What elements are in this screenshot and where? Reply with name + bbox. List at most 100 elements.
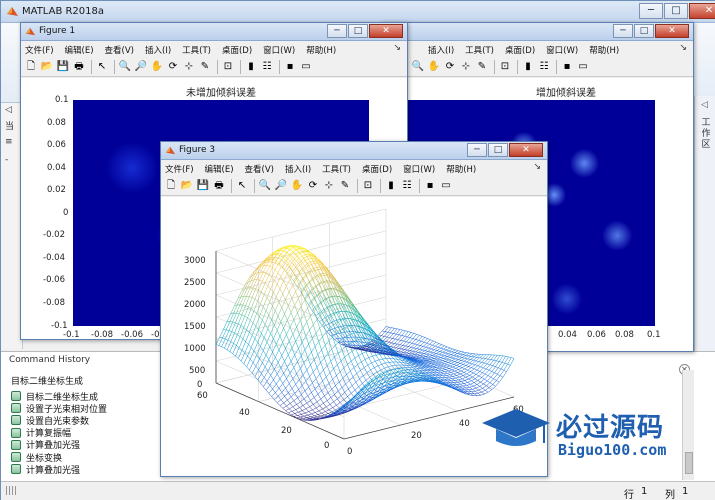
zoom-out-icon[interactable]: 🔎: [274, 179, 288, 193]
zoom-out-icon[interactable]: 🔎: [134, 60, 148, 74]
save-icon[interactable]: 💾: [196, 179, 210, 193]
menu-view[interactable]: 查看(V): [105, 44, 134, 56]
edit-plot-icon[interactable]: ↖: [95, 60, 109, 74]
command-history-item[interactable]: 坐标变换: [11, 451, 107, 464]
colorbar-icon[interactable]: ▮: [521, 60, 535, 74]
mesh-line: [431, 355, 436, 358]
command-history-tab[interactable]: Command History: [7, 353, 92, 369]
mesh-line: [248, 344, 252, 348]
command-history-item[interactable]: 设置自光束参数: [11, 414, 107, 427]
new-figure-icon[interactable]: 🗋: [24, 60, 38, 74]
menu-insert[interactable]: 插入(I): [428, 44, 454, 56]
menu-insert[interactable]: 插入(I): [285, 163, 311, 175]
figure2-maximize-button[interactable]: □: [634, 24, 654, 38]
hide-tools-icon[interactable]: ▪: [283, 60, 297, 74]
figure2-close-button[interactable]: ✕: [655, 24, 689, 38]
pan-icon[interactable]: ✋: [150, 60, 164, 74]
hide-tools-icon[interactable]: ▪: [423, 179, 437, 193]
scrollbar-thumb[interactable]: [685, 452, 693, 474]
rotate-icon[interactable]: ⟳: [166, 60, 180, 74]
main-minimize-button[interactable]: ─: [639, 3, 663, 19]
figure1-minimize-button[interactable]: ─: [327, 24, 347, 38]
workspace-collapse-icon[interactable]: ◁: [701, 100, 708, 110]
menu-file[interactable]: 文件(F): [25, 44, 54, 56]
brush-icon[interactable]: ✎: [198, 60, 212, 74]
legend-icon[interactable]: ☷: [260, 60, 274, 74]
colorbar-icon[interactable]: ▮: [384, 179, 398, 193]
command-history-item[interactable]: 计算复振幅: [11, 427, 107, 439]
menu-desktop[interactable]: 桌面(D): [222, 44, 252, 56]
menu-tools[interactable]: 工具(T): [322, 163, 351, 175]
menu-edit[interactable]: 编辑(E): [205, 163, 234, 175]
y-tick: -0.06: [43, 275, 65, 285]
collapse-arrow-icon[interactable]: ◁: [5, 105, 12, 115]
pan-icon[interactable]: ✋: [290, 179, 304, 193]
brush-icon[interactable]: ✎: [338, 179, 352, 193]
script-icon: [11, 427, 21, 438]
menu-desktop[interactable]: 桌面(D): [362, 163, 392, 175]
menu-help[interactable]: 帮助(H): [589, 44, 619, 56]
show-tools-icon[interactable]: ▭: [439, 179, 453, 193]
figure3-close-button[interactable]: ✕: [509, 143, 543, 157]
open-file-icon[interactable]: 📂: [40, 60, 54, 74]
command-history-item[interactable]: 计算叠加光强: [11, 439, 107, 451]
edit-plot-icon[interactable]: ↖: [235, 179, 249, 193]
legend-icon[interactable]: ☷: [537, 60, 551, 74]
dock-pin-icon[interactable]: ↘: [679, 43, 687, 53]
menu-window[interactable]: 窗口(W): [546, 44, 578, 56]
link-plot-icon[interactable]: ⊡: [498, 60, 512, 74]
command-history-item[interactable]: 目标二维坐标生成: [11, 390, 107, 403]
command-history-item[interactable]: 设置子光束相对位置: [11, 402, 107, 415]
print-icon[interactable]: 🖶: [212, 179, 226, 193]
colorbar-icon[interactable]: ▮: [244, 60, 258, 74]
zoom-out-icon[interactable]: 🔍: [411, 60, 425, 74]
link-plot-icon[interactable]: ⊡: [361, 179, 375, 193]
workspace-label[interactable]: 工作区: [700, 118, 712, 151]
menu-help[interactable]: 帮助(H): [446, 163, 476, 175]
data-cursor-icon[interactable]: ⊹: [459, 60, 473, 74]
figure1-close-button[interactable]: ✕: [369, 24, 403, 38]
main-maximize-button[interactable]: □: [664, 3, 688, 19]
zoom-in-icon[interactable]: 🔍: [258, 179, 272, 193]
menu-tools[interactable]: 工具(T): [465, 44, 494, 56]
figure2-minimize-button[interactable]: ─: [613, 24, 633, 38]
dock-pin-icon[interactable]: ↘: [533, 162, 541, 172]
show-tools-icon[interactable]: ▭: [299, 60, 313, 74]
mesh-line: [250, 310, 255, 321]
menu-insert[interactable]: 插入(I): [145, 44, 171, 56]
menu-edit[interactable]: 编辑(E): [65, 44, 94, 56]
dock-pin-icon[interactable]: ↘: [393, 43, 401, 53]
data-cursor-icon[interactable]: ⊹: [182, 60, 196, 74]
menu-desktop[interactable]: 桌面(D): [505, 44, 535, 56]
show-tools-icon[interactable]: ▭: [576, 60, 590, 74]
data-cursor-icon[interactable]: ⊹: [322, 179, 336, 193]
save-icon[interactable]: 💾: [56, 60, 70, 74]
rotate-icon[interactable]: ⟳: [306, 179, 320, 193]
zoom-in-icon[interactable]: 🔍: [118, 60, 132, 74]
workspace-panel-edge[interactable]: ◁ 工作区: [694, 96, 715, 354]
menu-file[interactable]: 文件(F): [165, 163, 194, 175]
history-scrollbar[interactable]: [682, 370, 694, 480]
menu-tools[interactable]: 工具(T): [182, 44, 211, 56]
figure1-maximize-button[interactable]: □: [348, 24, 368, 38]
hide-tools-icon[interactable]: ▪: [560, 60, 574, 74]
new-figure-icon[interactable]: 🗋: [164, 179, 178, 193]
figure3-minimize-button[interactable]: ─: [467, 143, 487, 157]
open-file-icon[interactable]: 📂: [180, 179, 194, 193]
command-history-item[interactable]: 计算叠加光强: [11, 463, 107, 476]
legend-icon[interactable]: ☷: [400, 179, 414, 193]
menu-view[interactable]: 查看(V): [245, 163, 274, 175]
link-plot-icon[interactable]: ⊡: [221, 60, 235, 74]
brush-icon[interactable]: ✎: [475, 60, 489, 74]
menu-window[interactable]: 窗口(W): [263, 44, 295, 56]
menu-help[interactable]: 帮助(H): [306, 44, 336, 56]
mesh-line: [300, 368, 304, 375]
rotate-icon[interactable]: ⟳: [443, 60, 457, 74]
figure3-maximize-button[interactable]: □: [488, 143, 508, 157]
pan-icon[interactable]: ✋: [427, 60, 441, 74]
mesh-line: [469, 362, 473, 365]
print-icon[interactable]: 🖶: [72, 60, 86, 74]
mesh-line: [403, 349, 408, 353]
main-close-button[interactable]: ✕: [689, 3, 715, 19]
menu-window[interactable]: 窗口(W): [403, 163, 435, 175]
